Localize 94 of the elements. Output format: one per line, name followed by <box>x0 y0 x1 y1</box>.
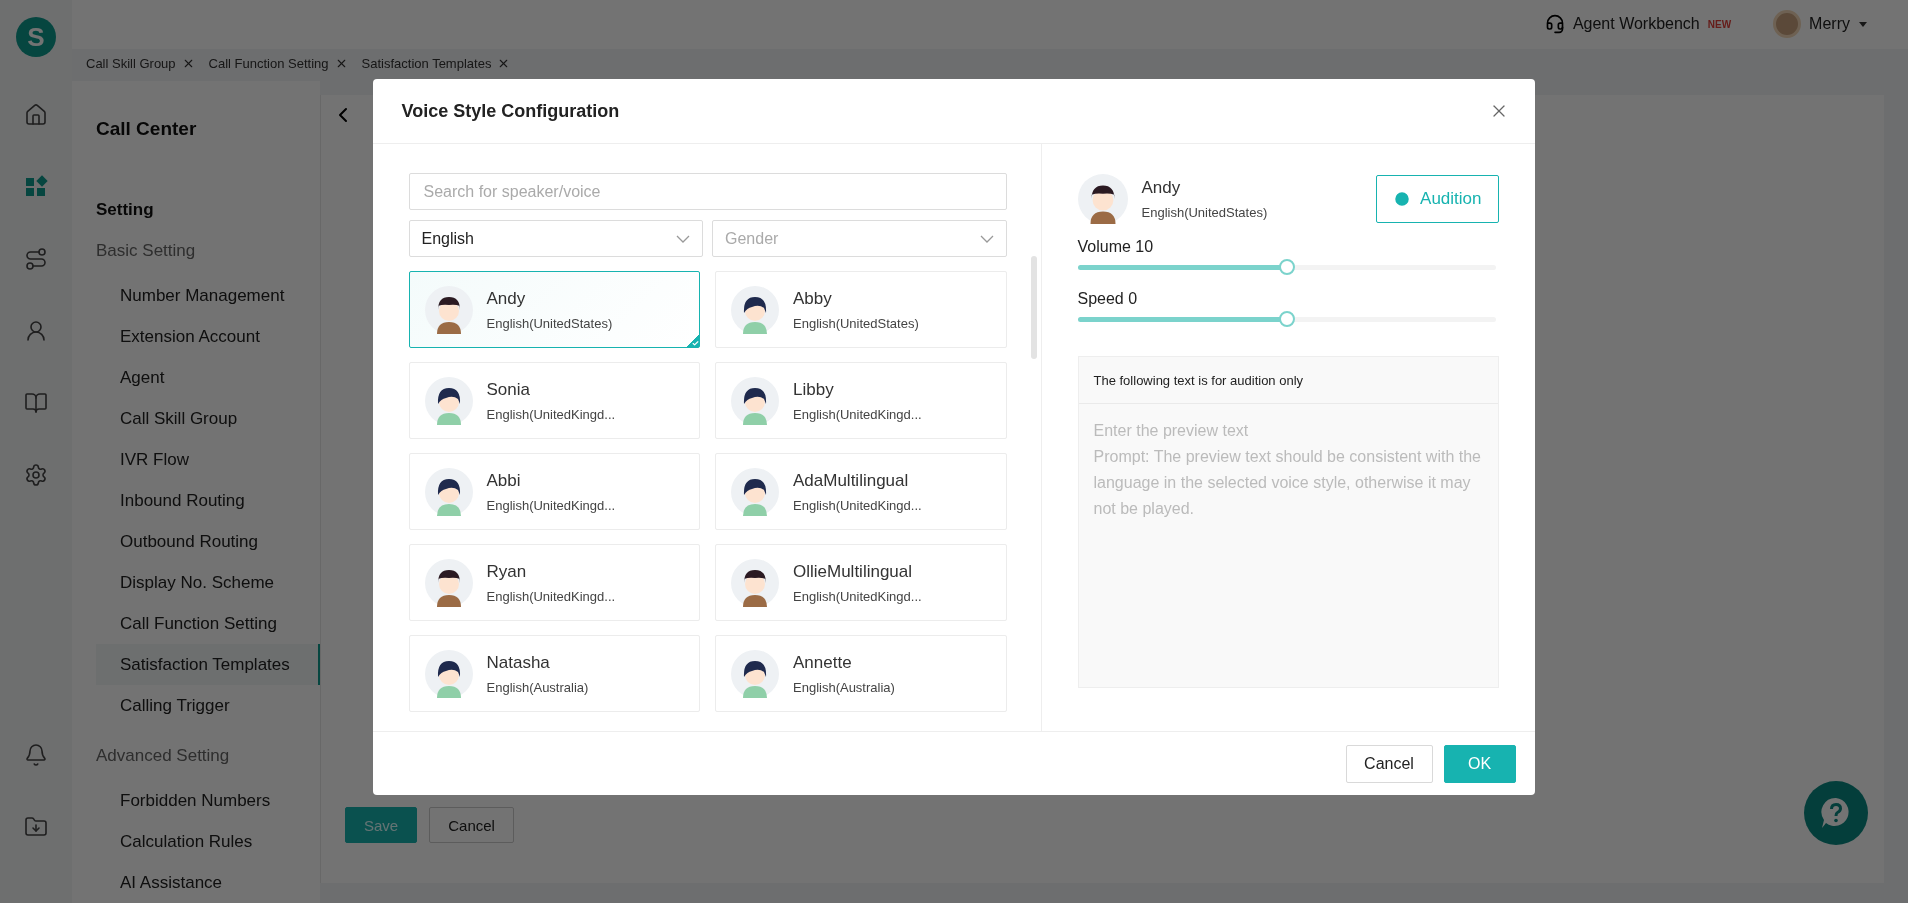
dialog-title: Voice Style Configuration <box>401 100 620 122</box>
voice-card[interactable]: Abby English(UnitedStates) <box>715 271 1007 348</box>
home-icon[interactable] <box>24 103 48 127</box>
apps-icon[interactable] <box>24 175 48 199</box>
voice-locale: English(UnitedKingd... <box>793 497 922 513</box>
page-tab[interactable]: Call Function Setting <box>208 56 329 72</box>
voice-locale: English(UnitedStates) <box>1141 205 1268 220</box>
sidebar-item[interactable]: Extension Account <box>96 316 320 357</box>
voice-card[interactable]: Sonia English(UnitedKingd... <box>408 362 700 439</box>
avatar <box>731 376 779 425</box>
voice-card[interactable]: Natasha English(Australia) <box>408 635 700 712</box>
sidebar-title: Call Center <box>96 118 198 140</box>
voice-card[interactable]: AdaMultilingual English(UnitedKingd... <box>715 453 1007 530</box>
voice-card[interactable]: OllieMultilingual English(UnitedKingd... <box>715 544 1007 621</box>
avatar <box>731 558 779 607</box>
avatar <box>424 558 473 607</box>
slider-handle[interactable] <box>1278 259 1295 275</box>
language-select[interactable]: English <box>408 220 703 257</box>
user-avatar[interactable] <box>1773 10 1802 39</box>
chevron-down-icon <box>979 234 994 243</box>
voice-name: Annette <box>793 652 853 673</box>
book-icon[interactable] <box>24 391 48 415</box>
avatar <box>424 376 473 425</box>
sidebar-item[interactable]: Satisfaction Templates <box>96 644 320 685</box>
section-heading: Setting <box>96 200 155 220</box>
bell-icon[interactable] <box>24 743 48 767</box>
voice-locale: English(UnitedKingd... <box>486 497 616 513</box>
voice-name: Libby <box>793 379 835 400</box>
voice-card[interactable]: Andy English(UnitedStates) <box>408 271 700 348</box>
sidebar-item[interactable]: Call Function Setting <box>96 603 320 644</box>
person-icon[interactable] <box>24 319 48 343</box>
voice-name: OllieMultilingual <box>793 561 914 582</box>
route-icon[interactable] <box>24 247 48 271</box>
page-tab[interactable]: Satisfaction Templates <box>361 56 492 72</box>
avatar <box>1077 174 1128 224</box>
new-label: NEW <box>1707 18 1732 30</box>
sidebar-item[interactable]: Forbidden Numbers <box>96 780 320 821</box>
sidebar-item[interactable]: AI Assistance <box>96 862 320 903</box>
cancel-button[interactable]: Cancel <box>1345 744 1433 783</box>
preview-text-field[interactable]: Enter the preview text Prompt: The preview text should be consistent with the language in the selected voice style, otherwise it may not be played. <box>1078 404 1498 687</box>
avatar <box>424 649 473 698</box>
sidebar-item[interactable]: Display No. Scheme <box>96 562 320 603</box>
download-folder-icon[interactable] <box>24 815 48 839</box>
voice-name: Abbi <box>486 470 522 491</box>
group-label: Basic Setting <box>96 241 197 261</box>
avatar <box>424 285 473 334</box>
sidebar-item[interactable]: Outbound Routing <box>96 521 320 562</box>
page-tab[interactable]: Call Skill Group <box>86 56 176 72</box>
headset-icon <box>1544 14 1565 35</box>
sidebar-item[interactable]: Number Management <box>96 275 320 316</box>
voice-locale: English(Australia) <box>486 679 589 695</box>
preview-header: The following text is for audition only <box>1078 357 1498 404</box>
avatar <box>731 649 779 698</box>
voice-card[interactable]: Annette English(Australia) <box>715 635 1007 712</box>
sidebar-item[interactable]: IVR Flow <box>96 439 320 480</box>
voice-name: Andy <box>486 288 527 309</box>
voice-name: Sonia <box>486 379 531 400</box>
voice-locale: English(Australia) <box>793 679 895 695</box>
voice-locale: English(UnitedKingd... <box>793 588 922 604</box>
voice-locale: English(UnitedStates) <box>793 315 919 331</box>
agent-workbench-link[interactable]: Agent Workbench <box>1572 15 1700 34</box>
voice-card[interactable]: Abbi English(UnitedKingd... <box>408 453 700 530</box>
avatar <box>731 467 779 516</box>
voice-name: Andy <box>1141 178 1182 198</box>
sidebar-item[interactable]: Inbound Routing <box>96 480 320 521</box>
settings-icon[interactable] <box>24 463 48 487</box>
cancel-button[interactable]: Cancel <box>429 807 514 843</box>
voice-name: Natasha <box>486 652 551 673</box>
search-field[interactable]: Search for speaker/voice <box>408 173 1007 210</box>
user-name[interactable]: Merry <box>1809 15 1850 34</box>
sidebar-item[interactable]: Calling Trigger <box>96 685 320 726</box>
app-logo[interactable]: S <box>16 17 56 57</box>
voice-card[interactable]: Libby English(UnitedKingd... <box>715 362 1007 439</box>
avatar <box>731 285 779 334</box>
sidebar-item[interactable]: Agent <box>96 357 320 398</box>
chevron-down-icon <box>676 234 690 243</box>
slider-label: Volume 10 <box>1077 238 1155 256</box>
sidebar-item[interactable]: Call Skill Group <box>96 398 320 439</box>
voice-locale: English(UnitedStates) <box>486 315 613 331</box>
avatar <box>424 467 473 516</box>
voice-name: Ryan <box>486 561 528 582</box>
slider-handle[interactable] <box>1278 311 1295 327</box>
gender-select[interactable]: Gender <box>712 220 1007 257</box>
group-label: Advanced Setting <box>96 746 231 766</box>
voice-locale: English(UnitedKingd... <box>793 406 922 422</box>
voice-locale: English(UnitedKingd... <box>486 406 616 422</box>
voice-locale: English(UnitedKingd... <box>486 588 616 604</box>
ok-button[interactable]: OK <box>1443 744 1516 783</box>
audition-button[interactable]: Audition <box>1376 175 1499 223</box>
sidebar-item[interactable]: Calculation Rules <box>96 821 320 862</box>
voice-card[interactable]: Ryan English(UnitedKingd... <box>408 544 700 621</box>
voice-name: AdaMultilingual <box>793 470 910 491</box>
voice-name: Abby <box>793 288 833 309</box>
slider-label: Speed 0 <box>1077 290 1139 308</box>
